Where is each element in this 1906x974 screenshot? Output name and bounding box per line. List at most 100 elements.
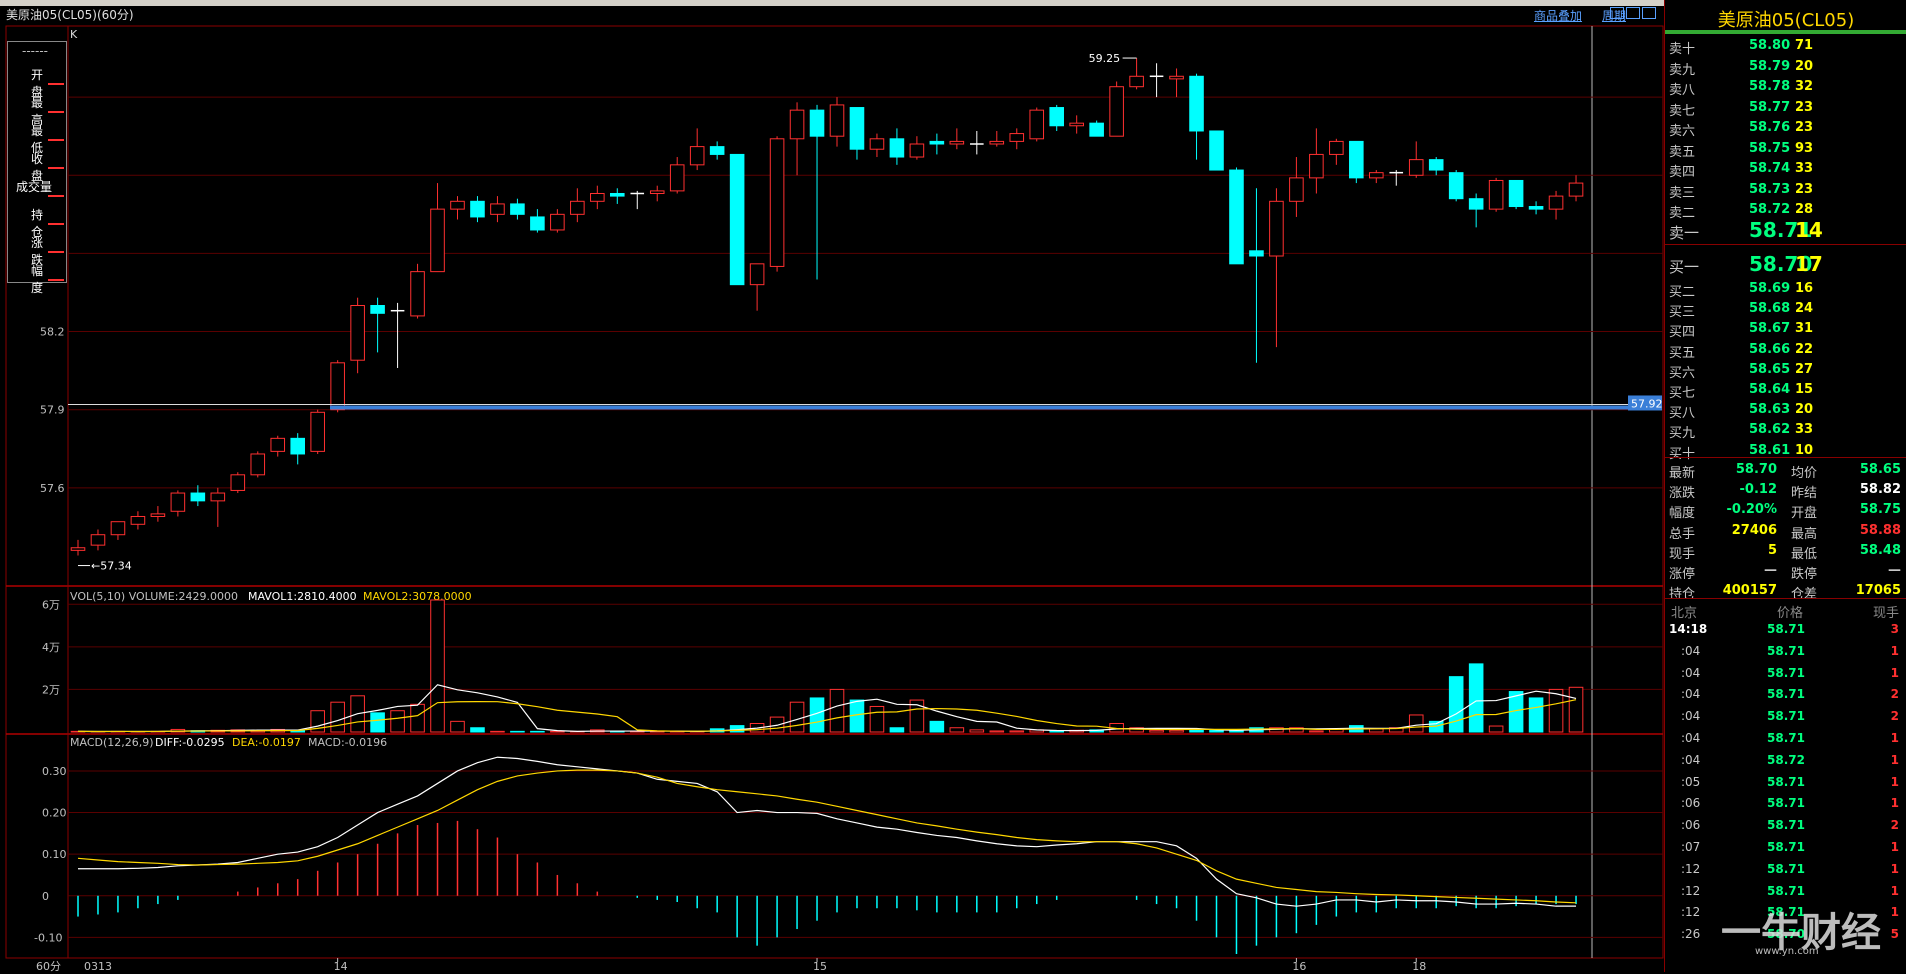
volume-bar xyxy=(411,704,425,732)
stat-label: 开盘 xyxy=(1791,502,1817,521)
tick-time: :26 xyxy=(1681,927,1700,941)
volume-bar xyxy=(531,731,545,732)
candle-body xyxy=(670,165,684,191)
volume-bar xyxy=(1569,687,1583,732)
bid-level[interactable]: 买一58.7017 xyxy=(1669,256,1905,276)
bid-level[interactable]: 买七58.6415 xyxy=(1669,382,1905,402)
candle-body xyxy=(71,548,85,551)
level-volume: 22 xyxy=(1795,342,1813,357)
candle-body xyxy=(1110,87,1124,136)
ask-level[interactable]: 卖六58.7623 xyxy=(1669,120,1905,140)
candle-body xyxy=(1250,251,1264,256)
chart-area[interactable]: K58.257.957.659.25←57.3457.92VOL(5,10) V… xyxy=(0,0,1664,972)
macd-tick-label: 0.20 xyxy=(42,807,67,820)
ask-level[interactable]: 卖四58.7433 xyxy=(1669,161,1905,181)
candle-body xyxy=(1529,207,1543,210)
tick-row: :0458.711 xyxy=(1665,731,1906,751)
candle-body xyxy=(271,438,285,451)
stat-row: 总手27406最高58.88 xyxy=(1665,523,1906,543)
tick-header: 北京 价格 现手 xyxy=(1665,602,1906,620)
stat-value: 58.70 xyxy=(1736,462,1777,477)
candle-body xyxy=(950,141,964,144)
ask-level[interactable]: 卖十58.8071 xyxy=(1669,38,1905,58)
stat-label: 持仓 xyxy=(1669,583,1695,602)
level-label: 卖三 xyxy=(1669,182,1695,201)
ask-level[interactable]: 卖七58.7723 xyxy=(1669,100,1905,120)
bid-level[interactable]: 买五58.6622 xyxy=(1669,342,1905,362)
mavol1-label: MAVOL1:2810.4000 xyxy=(248,590,357,603)
quote-panel: 美原油05(CL05) 卖十58.8071卖九58.7920卖八58.7832卖… xyxy=(1664,0,1906,972)
corner-k-label: K xyxy=(70,28,78,41)
volume-bar xyxy=(930,721,944,732)
candle-body xyxy=(551,214,565,230)
tick-time: :05 xyxy=(1681,775,1700,789)
macd-diff-line xyxy=(78,757,1576,906)
bid-level[interactable]: 买十58.6110 xyxy=(1669,443,1905,463)
stat-label: 现手 xyxy=(1669,543,1695,562)
volume-bar xyxy=(1449,677,1463,732)
volume-bar xyxy=(1210,730,1224,732)
volume-bar xyxy=(1529,698,1543,732)
level-label: 卖六 xyxy=(1669,120,1695,139)
candle-body xyxy=(371,306,385,314)
macd-title: MACD(12,26,9) xyxy=(70,736,154,749)
candle-body xyxy=(411,272,425,316)
candle-body xyxy=(730,154,744,284)
level-volume: 28 xyxy=(1795,202,1813,217)
candle-body xyxy=(650,191,664,194)
bid-level[interactable]: 买八58.6320 xyxy=(1669,402,1905,422)
level-volume: 15 xyxy=(1795,382,1813,397)
tick-time: :12 xyxy=(1681,862,1700,876)
bid-level[interactable]: 买四58.6731 xyxy=(1669,321,1905,341)
volume-bar xyxy=(1170,730,1184,732)
candle-body xyxy=(191,493,205,501)
ask-level[interactable]: 卖八58.7832 xyxy=(1669,79,1905,99)
tick-time: :04 xyxy=(1681,644,1700,658)
macd-diff-label: DIFF:-0.0295 xyxy=(155,736,225,749)
candle-body xyxy=(211,493,225,501)
stat-label: 涨停 xyxy=(1669,563,1695,582)
macd-tick-label: 0 xyxy=(42,890,49,903)
ask-level[interactable]: 卖一58.7114 xyxy=(1669,222,1905,242)
level-volume: 23 xyxy=(1795,100,1813,115)
price-tick-label: 57.6 xyxy=(40,482,65,495)
tick-header-price: 价格 xyxy=(1777,602,1803,621)
ask-level[interactable]: 卖九58.7920 xyxy=(1669,59,1905,79)
tick-price: 58.71 xyxy=(1767,644,1805,658)
volume-bar xyxy=(1010,731,1024,732)
stat-value: 58.82 xyxy=(1860,482,1901,497)
tick-volume: 1 xyxy=(1891,796,1899,810)
macd-dea-line xyxy=(78,770,1576,903)
level-price: 58.66 xyxy=(1749,342,1790,357)
date-label: 15 xyxy=(813,960,827,972)
date-label: 14 xyxy=(334,960,348,972)
tick-price: 58.71 xyxy=(1767,622,1805,636)
tick-volume: 1 xyxy=(1891,775,1899,789)
stats-divider xyxy=(1665,457,1906,458)
bid-level[interactable]: 买六58.6527 xyxy=(1669,362,1905,382)
candle-body xyxy=(571,201,585,214)
ask-level[interactable]: 卖三58.7323 xyxy=(1669,182,1905,202)
level-volume: 27 xyxy=(1795,362,1813,377)
panel-title: 美原油05(CL05) xyxy=(1665,6,1906,32)
level-volume: 17 xyxy=(1795,252,1823,276)
legend-pct: 幅 度 xyxy=(8,256,66,284)
macd-tick-label: -0.10 xyxy=(34,931,62,944)
level-label: 买十 xyxy=(1669,443,1695,462)
volume-bar xyxy=(451,721,465,732)
level-volume: 93 xyxy=(1795,141,1813,156)
mavol2-label: MAVOL2:3078.0000 xyxy=(363,590,472,603)
tick-volume: 2 xyxy=(1891,687,1899,701)
bid-level[interactable]: 买三58.6824 xyxy=(1669,301,1905,321)
ask-level[interactable]: 卖五58.7593 xyxy=(1669,141,1905,161)
level-volume: 10 xyxy=(1795,443,1813,458)
level-label: 卖五 xyxy=(1669,141,1695,160)
tick-price: 58.71 xyxy=(1767,709,1805,723)
bid-level[interactable]: 买九58.6233 xyxy=(1669,422,1905,442)
level-price: 58.74 xyxy=(1749,161,1790,176)
candle-body xyxy=(1190,76,1204,131)
bid-level[interactable]: 买二58.6916 xyxy=(1669,281,1905,301)
macd-tick-label: 0.30 xyxy=(42,765,67,778)
legend-change: 涨 跌 xyxy=(8,228,66,256)
stat-value: — xyxy=(1764,563,1777,578)
